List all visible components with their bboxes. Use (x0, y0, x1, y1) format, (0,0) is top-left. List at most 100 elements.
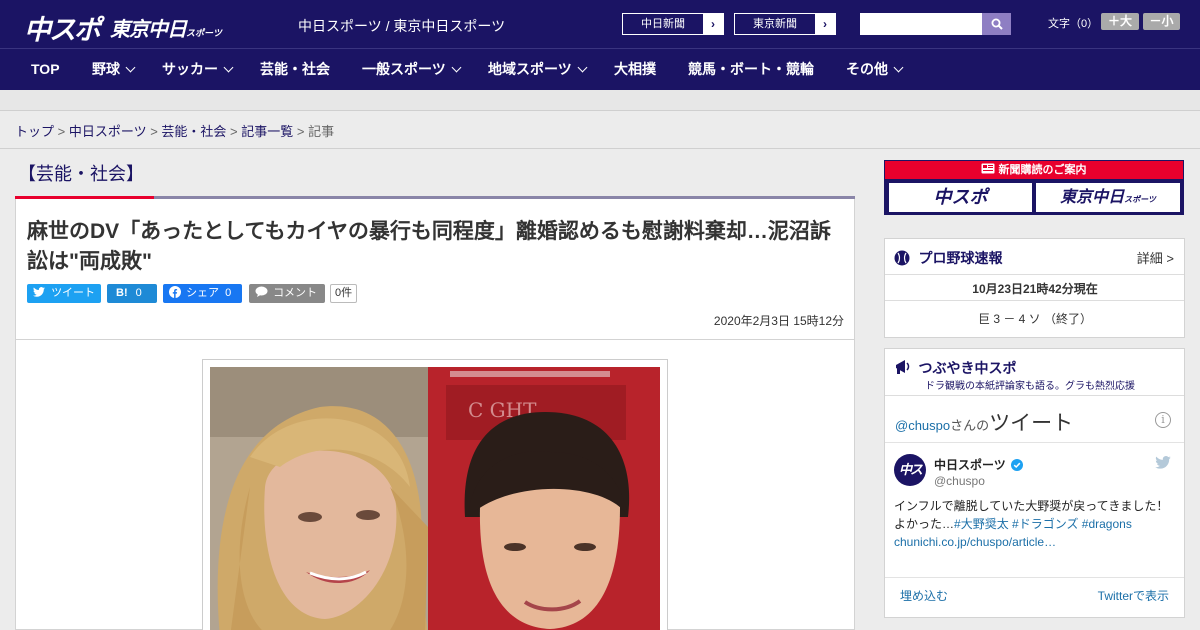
verified-badge-icon (1011, 459, 1024, 471)
nav-general-sports[interactable]: 一般スポーツ (362, 49, 462, 91)
baseball-panel-title: プロ野球速報 (918, 250, 1003, 266)
breadcrumb-top[interactable]: トップ (15, 124, 54, 139)
facebook-share-button[interactable]: シェア 0 (163, 284, 242, 303)
embed-link[interactable]: 埋め込む (900, 587, 948, 604)
facebook-icon (169, 286, 181, 298)
search-icon (991, 18, 1003, 30)
divider (0, 148, 1200, 149)
baseball-detail-link[interactable]: 詳細 > (1137, 248, 1174, 267)
font-larger-button[interactable]: ＋大 (1101, 13, 1139, 30)
search-box (860, 13, 1011, 35)
breadcrumb-current: 記事 (308, 124, 335, 139)
speech-bubble-icon (255, 286, 268, 297)
chevron-right-icon: › (815, 14, 835, 34)
nav-keiba[interactable]: 競馬・ボート・競輪 (688, 49, 814, 91)
chevron-down-icon (125, 62, 136, 73)
hatena-icon: B! (116, 287, 128, 299)
article-photo[interactable]: C GHT S (210, 367, 660, 630)
nav-baseball[interactable]: 野球 (92, 49, 136, 91)
facebook-share-label: シェア (186, 287, 220, 299)
nav-sumo[interactable]: 大相撲 (614, 49, 656, 91)
subscribe-tokyo-chunichi[interactable]: 東京中日スポーツ (1036, 183, 1180, 212)
tokyo-chunichi-logo[interactable]: 東京中日スポーツ (110, 13, 222, 42)
breadcrumb-list[interactable]: 記事一覧 (241, 124, 293, 139)
nav-soccer[interactable]: サッカー (162, 49, 234, 91)
font-smaller-button[interactable]: －小 (1143, 13, 1180, 30)
article-photo-area: C GHT S (15, 339, 855, 630)
nav-label: サッカー (162, 61, 218, 77)
tweets-panel-header: つぶやき中スポ (894, 358, 1016, 378)
main-nav: TOP 野球 サッカー 芸能・社会 一般スポーツ 地域スポーツ 大相撲 競馬・ボ… (0, 48, 1200, 90)
breadcrumb-separator: > (293, 124, 309, 139)
newspaper-icon (981, 163, 995, 174)
avatar[interactable]: 中スポ (894, 454, 926, 486)
sub-nav-bar (0, 90, 1200, 111)
twitter-bird-icon (33, 287, 45, 297)
tweet-text-2: よかった… (894, 517, 955, 531)
search-input[interactable] (860, 13, 982, 35)
nav-label: TOP (31, 61, 60, 77)
nav-entertainment[interactable]: 芸能・社会 (260, 49, 330, 91)
subscription-banner[interactable]: 新聞購読のご案内 中スポ 東京中日スポーツ (884, 160, 1184, 215)
top-header: 中スポ 東京中日スポーツ 中日スポーツ / 東京中日スポーツ 中日新聞 › 東京… (0, 0, 1200, 48)
tweet-hashtags[interactable]: #大野奨太 #ドラゴンズ #dragons (954, 517, 1132, 531)
tweet-label: ツイート (51, 287, 96, 299)
twitter-account-link[interactable]: @chuspo (895, 418, 950, 433)
facebook-share-count: 0 (225, 287, 232, 299)
divider (885, 274, 1184, 275)
article-header-card: 麻世のDV「あったとしてもカイヤの暴行も同程度」離婚認めるも慰謝料棄却…泥沼訴訟… (15, 199, 855, 340)
tokyo-shimbun-label: 東京新聞 (753, 18, 797, 30)
article-photo-illustration: C GHT S (210, 367, 660, 630)
breadcrumb-category[interactable]: 芸能・社会 (161, 124, 226, 139)
chevron-down-icon (577, 62, 588, 73)
chuspo-logo[interactable]: 中スポ (24, 8, 101, 47)
chunichi-shimbun-button[interactable]: 中日新聞 › (622, 13, 724, 35)
subscribe-tokyo-small: スポーツ (1124, 195, 1156, 204)
tweet-button[interactable]: ツイート (27, 284, 101, 303)
nav-label: 芸能・社会 (260, 61, 330, 77)
article-category: 【芸能・社会】 (18, 164, 144, 184)
comment-count: 0件 (330, 284, 358, 303)
comment-button[interactable]: コメント (249, 284, 325, 303)
photo-frame: C GHT S (202, 359, 668, 630)
breadcrumb-separator: > (146, 124, 162, 139)
subscription-title: 新聞購読のご案内 (998, 164, 1087, 176)
baseball-score[interactable]: 巨 3 － 4 ソ （終了） (885, 310, 1185, 327)
chevron-right-icon: › (703, 14, 723, 34)
breadcrumb: トップ > 中日スポーツ > 芸能・社会 > 記事一覧 > 記事 (15, 121, 334, 140)
nav-label: 野球 (92, 61, 120, 77)
breadcrumb-separator: > (226, 124, 242, 139)
tweet-link[interactable]: chunichi.co.jp/chuspo/article… (894, 533, 1179, 551)
view-on-twitter-link[interactable]: Twitterで表示 (1098, 587, 1169, 604)
divider (885, 442, 1184, 443)
baseball-icon (894, 250, 910, 266)
chevron-down-icon (451, 62, 462, 73)
hatena-bookmark-button[interactable]: B! 0 (107, 284, 157, 303)
article-date: 2020年2月3日 15時12分 (713, 314, 844, 328)
tweets-label: ツイート (989, 412, 1074, 435)
nav-label: その他 (846, 61, 888, 77)
nav-top[interactable]: TOP (31, 49, 60, 91)
tokyo-shimbun-button[interactable]: 東京新聞 › (734, 13, 836, 35)
nav-other[interactable]: その他 (846, 49, 904, 91)
account-suffix: さんの (950, 418, 990, 433)
divider (885, 300, 1184, 301)
nav-label: 競馬・ボート・競輪 (688, 61, 814, 77)
subscribe-chuspo[interactable]: 中スポ (889, 183, 1032, 212)
tokyo-logo-text: 東京中日 (110, 17, 187, 41)
tweet-author-handle[interactable]: @chuspo (934, 474, 985, 488)
site-links[interactable]: 中日スポーツ / 東京中日スポーツ (298, 16, 505, 36)
info-icon[interactable]: i (1155, 412, 1171, 428)
tweet-author-label: 中日スポーツ (934, 458, 1006, 472)
nav-label: 一般スポーツ (362, 61, 446, 77)
baseball-update-time: 10月23日21時42分現在 (972, 282, 1098, 296)
font-size-label: 文字（0） (1048, 18, 1099, 30)
tweet-author-name[interactable]: 中日スポーツ (934, 456, 1024, 473)
search-button[interactable] (982, 13, 1011, 35)
breadcrumb-chunichi[interactable]: 中日スポーツ (69, 124, 147, 139)
nav-local-sports[interactable]: 地域スポーツ (488, 49, 588, 91)
comment-label: コメント (273, 287, 318, 299)
chunichi-shimbun-label: 中日新聞 (641, 18, 685, 30)
tweets-panel: つぶやき中スポ ドラ観戦の本紙評論家も語る。グラも熱烈応援 @chuspoさんの… (884, 348, 1185, 618)
twitter-bird-icon[interactable] (1155, 456, 1171, 469)
